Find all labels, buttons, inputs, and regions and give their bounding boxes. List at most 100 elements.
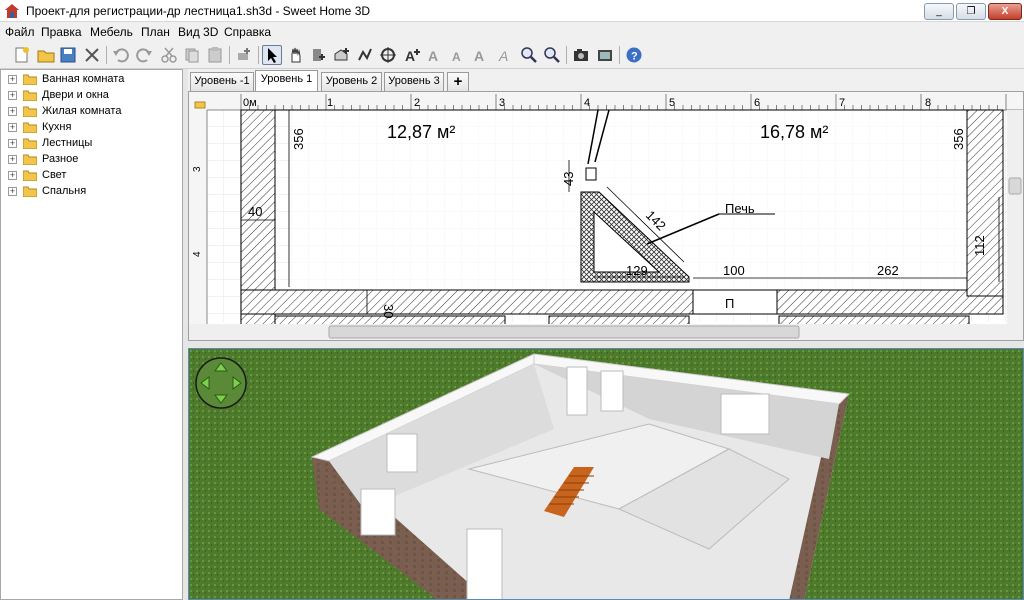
add-text-icon[interactable]: A [402,45,422,65]
ruler-x-label: 8 [925,97,931,109]
catalog-category-living-room[interactable]: + Жилая комната [1,104,181,120]
window[interactable] [386,433,418,473]
tab-level-3[interactable]: Уровень 3 [384,72,444,91]
window[interactable] [600,370,624,412]
dimension-label[interactable]: 112 [972,235,987,256]
pan-icon[interactable] [286,45,306,65]
tab-level-1[interactable]: Уровень 1 [255,70,318,91]
chimney[interactable] [585,167,597,181]
ruler-x-label: 3 [499,97,505,109]
3d-view[interactable] [188,348,1024,600]
menu-view3d[interactable]: Вид 3D [178,25,218,39]
paste-icon[interactable] [205,45,225,65]
expand-icon[interactable]: + [8,123,17,132]
zoom-out-icon[interactable] [542,45,562,65]
expand-icon[interactable]: + [8,107,17,116]
expand-icon[interactable]: + [8,155,17,164]
expand-icon[interactable]: + [8,171,17,180]
dimension-label[interactable]: 43 [561,172,576,186]
window[interactable] [360,488,396,536]
lock-icon[interactable] [194,101,206,109]
menu-furniture[interactable]: Мебель [90,25,133,39]
menu-edit[interactable]: Правка [41,25,82,39]
create-polylines-icon[interactable] [355,45,375,65]
ruler-y-label: 4 [192,251,203,257]
redo-icon[interactable] [134,45,154,65]
close-button[interactable]: X [988,3,1022,20]
create-rooms-icon[interactable] [332,45,352,65]
zoom-in-icon[interactable] [519,45,539,65]
select-icon[interactable] [262,45,282,65]
minimize-button[interactable]: _ [924,3,954,20]
dimension-label[interactable]: 356 [291,128,306,150]
create-dimensions-icon[interactable] [378,45,398,65]
wall-horizontal[interactable] [240,289,1004,315]
increase-text-icon[interactable]: A [425,45,445,65]
front-door[interactable] [466,528,503,600]
3d-canvas[interactable] [189,349,1024,600]
cut-preferences-icon[interactable] [82,45,102,65]
toolbar-separator [106,46,107,64]
decrease-text-icon[interactable]: A [448,45,468,65]
vertical-scroll-thumb[interactable] [1008,177,1022,195]
stove-label[interactable]: Печь [725,201,755,216]
copy-icon[interactable] [182,45,202,65]
folder-icon [23,170,37,181]
create-photo-icon[interactable] [571,45,591,65]
undo-icon[interactable] [111,45,131,65]
window[interactable] [720,393,770,435]
plan-canvas[interactable]: 0м 1 2 3 4 5 6 7 8 3 4 12,87 м² 16,78 м²… [189,92,1024,341]
tab-level-2[interactable]: Уровень 2 [321,72,382,91]
create-video-icon[interactable] [595,45,615,65]
catalog-category-label: Разное [42,153,79,165]
room-area-label[interactable]: 16,78 м² [760,122,828,142]
dimension-label[interactable]: 30 [381,304,396,318]
door-label[interactable]: П [725,296,734,311]
dimension-label[interactable]: 129 [626,263,648,278]
door-opening[interactable] [692,289,778,315]
italic-text-icon[interactable]: A [495,45,515,65]
wall-right[interactable] [966,109,1004,297]
catalog-category-kitchen[interactable]: + Кухня [1,120,181,136]
catalog-category-bedroom[interactable]: + Спальня [1,184,181,200]
help-icon[interactable]: ? [624,45,644,65]
horizontal-splitter[interactable] [188,341,1024,348]
save-icon[interactable] [58,45,78,65]
menu-help[interactable]: Справка [224,25,271,39]
dimension-label[interactable]: 40 [248,204,262,219]
new-icon[interactable] [12,45,32,65]
expand-icon[interactable]: + [8,91,17,100]
tab-level-minus1[interactable]: Уровень -1 [190,72,254,91]
create-walls-icon[interactable] [309,45,329,65]
cut-icon[interactable] [159,45,179,65]
menu-plan[interactable]: План [141,25,170,39]
ruler-x-label: 7 [839,97,845,109]
plan-view[interactable]: 0м 1 2 3 4 5 6 7 8 3 4 12,87 м² 16,78 м²… [188,91,1024,341]
horizontal-scroll-thumb[interactable] [328,325,800,339]
catalog-category-stairs[interactable]: + Лестницы [1,136,181,152]
bold-text-icon[interactable]: A [471,45,491,65]
expand-icon[interactable]: + [8,139,17,148]
toolbar-separator [229,46,230,64]
dimension-label[interactable]: 356 [951,128,966,150]
add-level-button[interactable]: + [447,72,469,91]
add-furniture-icon[interactable] [234,45,254,65]
dimension-label[interactable]: 100 [723,263,745,278]
room-area-label[interactable]: 12,87 м² [387,122,455,142]
svg-text:A: A [405,48,415,64]
catalog-category-bathroom[interactable]: + Ванная комната [1,72,181,88]
toolbar-separator [619,46,620,64]
menu-file[interactable]: Файл [5,25,35,39]
plan-vertical-scrollbar[interactable] [1007,110,1024,341]
folder-icon [23,74,37,85]
expand-icon[interactable]: + [8,187,17,196]
ruler-x-label: 1 [327,97,333,109]
catalog-category-doors-windows[interactable]: + Двери и окна [1,88,181,104]
maximize-button[interactable]: ❐ [956,3,986,20]
dimension-label[interactable]: 262 [877,263,899,278]
catalog-category-lights[interactable]: + Свет [1,168,181,184]
open-icon[interactable] [36,45,56,65]
catalog-category-misc[interactable]: + Разное [1,152,181,168]
window[interactable] [566,366,588,416]
expand-icon[interactable]: + [8,75,17,84]
